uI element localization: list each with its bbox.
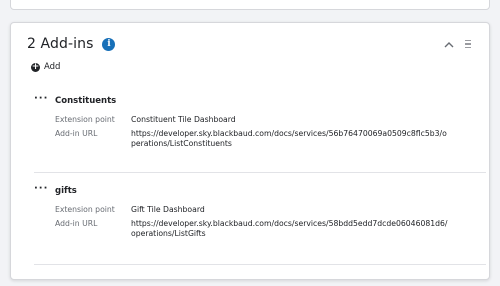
addin-name: gifts [55, 186, 77, 196]
previous-tile [10, 0, 490, 10]
divider [34, 264, 486, 265]
addin-url-value[interactable]: https://developer.sky.blackbaud.com/docs… [131, 129, 451, 150]
extension-point-value: Constituent Tile Dashboard [131, 115, 236, 124]
info-circle-icon[interactable]: i [102, 37, 116, 51]
extension-point-label: Extension point [55, 205, 115, 214]
addin-name: Constituents [55, 96, 117, 106]
extension-point-row: Extension point Constituent Tile Dashboa… [55, 115, 474, 126]
ellipsis-icon[interactable]: ··· [34, 184, 48, 194]
addin-header: ··· Constituents [34, 94, 474, 107]
addin-item: ··· gifts Extension point Gift Tile Dash… [34, 184, 474, 240]
plus-circle-icon: + [31, 61, 40, 72]
chevron-up-icon[interactable] [443, 38, 455, 50]
addin-header: ··· gifts [34, 184, 474, 197]
divider [34, 172, 486, 173]
addin-item: ··· Constituents Extension point Constit… [34, 94, 474, 150]
addin-url-label: Add-in URL [55, 128, 98, 138]
addin-url-value[interactable]: https://developer.sky.blackbaud.com/docs… [131, 219, 451, 240]
extension-point-value: Gift Tile Dashboard [131, 205, 205, 214]
ellipsis-icon[interactable]: ··· [34, 94, 48, 104]
add-button-label: Add [44, 62, 61, 72]
addin-url-row: Add-in URL https://developer.sky.blackba… [55, 219, 474, 240]
addin-url-label: Add-in URL [55, 218, 98, 228]
extension-point-row: Extension point Gift Tile Dashboard [55, 205, 474, 216]
addins-tile: 2 Add-ins i + Add [10, 22, 490, 280]
addin-url-row: Add-in URL https://developer.sky.blackba… [55, 129, 474, 150]
tile-title: 2 Add-ins [27, 36, 94, 52]
add-button[interactable]: + Add [31, 62, 60, 72]
tile-header: 2 Add-ins i [27, 36, 116, 52]
extension-point-label: Extension point [55, 115, 115, 124]
drag-handle-icon[interactable] [465, 38, 473, 50]
